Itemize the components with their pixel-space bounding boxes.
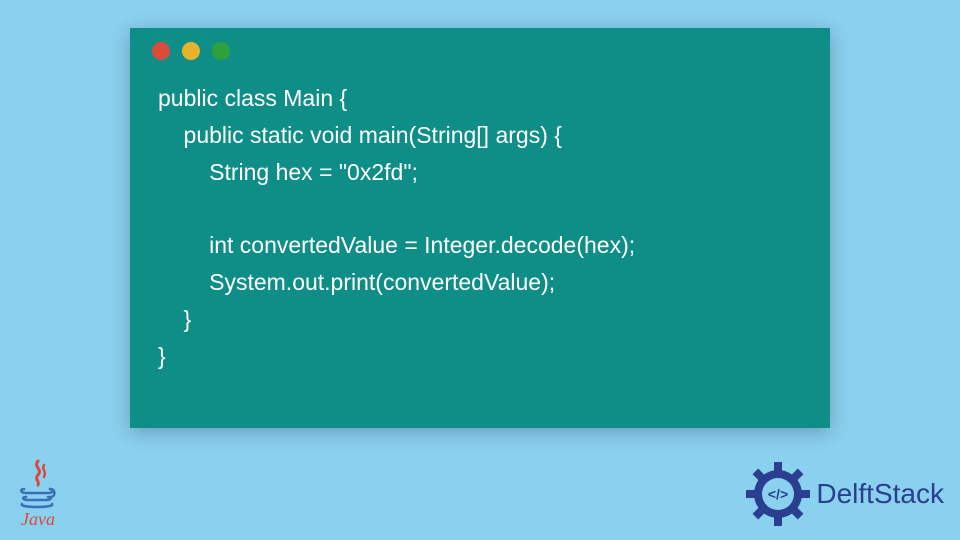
window-titlebar xyxy=(130,28,830,66)
java-cup-icon xyxy=(16,459,60,511)
delftstack-gear-icon: </> xyxy=(746,462,810,526)
java-logo-text: Java xyxy=(21,509,55,530)
close-icon[interactable] xyxy=(152,42,170,60)
code-block: public class Main { public static void m… xyxy=(130,66,830,394)
delftstack-logo-text: DelftStack xyxy=(816,478,944,510)
svg-text:</>: </> xyxy=(768,486,788,502)
maximize-icon[interactable] xyxy=(212,42,230,60)
minimize-icon[interactable] xyxy=(182,42,200,60)
code-window: public class Main { public static void m… xyxy=(130,28,830,428)
delftstack-logo: </> DelftStack xyxy=(746,462,944,526)
java-logo: Java xyxy=(16,459,60,530)
